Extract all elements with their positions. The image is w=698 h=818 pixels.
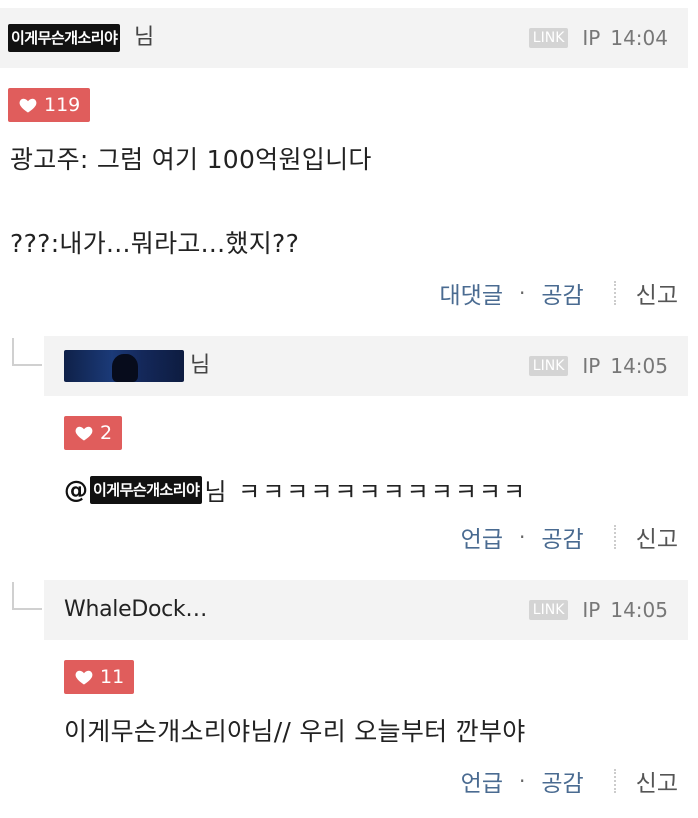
heart-icon [75,426,93,441]
comment-body-line: ???:내가...뭐라고...했지?? [10,229,300,258]
nickname-image[interactable]: 이게무슨개소리야 [8,24,121,52]
reply-body: 이게무슨개소리야님// 우리 오늘부터 깐부야 [64,717,526,746]
mention-nickname[interactable]: 이게무슨개소리야 [90,475,203,504]
reply-header: WhaleDock… LINK IP 14:05 [44,580,688,640]
mention-button[interactable]: 언급 [461,764,503,798]
action-separator: · [518,769,526,793]
comment-body-line: 광고주: 그럼 여기 100억원입니다 [10,145,372,174]
reply-indicator [12,582,42,610]
ip-label: IP [582,354,601,378]
nickname-text[interactable]: WhaleDock… [64,594,207,626]
reply-text: 님 ㅋㅋㅋㅋㅋㅋㅋㅋㅋㅋㅋㅋ [204,478,528,506]
action-divider [613,281,616,305]
empathize-button[interactable]: 공감 [541,764,583,798]
mention-symbol: @ [64,475,88,504]
comment-meta: LINK IP 14:05 [528,596,668,624]
like-count: 2 [100,422,113,444]
reply-indicator [12,338,42,366]
action-divider [613,525,616,549]
nickname-image[interactable] [64,350,184,382]
comment-actions: 언급 · 공감 신고 [461,520,678,554]
action-divider [613,769,616,793]
action-separator: · [518,281,526,305]
link-badge[interactable]: LINK [528,600,569,620]
timestamp: 14:05 [610,598,668,622]
comment-meta: LINK IP 14:05 [528,352,668,380]
like-count: 119 [44,94,81,116]
timestamp: 14:04 [610,26,668,50]
comment-header: 이게무슨개소리야 님 LINK IP 14:04 [0,8,688,68]
timestamp: 14:05 [610,354,668,378]
heart-icon [19,98,37,113]
link-badge[interactable]: LINK [528,356,569,376]
nickname-suffix: 님 [134,25,155,50]
report-button[interactable]: 신고 [636,520,678,554]
empathize-button[interactable]: 공감 [541,520,583,554]
report-button[interactable]: 신고 [636,276,678,310]
empathize-button[interactable]: 공감 [541,276,583,310]
nickname-suffix: 님 [190,353,211,378]
like-badge: 119 [8,88,91,122]
comment-meta: LINK IP 14:04 [528,24,668,52]
comment-actions: 언급 · 공감 신고 [461,764,678,798]
ip-label: IP [582,598,601,622]
reply-button[interactable]: 대댓글 [440,276,503,310]
link-badge[interactable]: LINK [528,28,569,48]
reply-body: @ 이게무슨개소리야 님 ㅋㅋㅋㅋㅋㅋㅋㅋㅋㅋㅋㅋ [64,472,527,507]
reply-header: 님 LINK IP 14:05 [44,336,688,396]
like-badge: 11 [64,660,135,694]
heart-icon [75,670,93,685]
ip-label: IP [582,26,601,50]
comment-actions: 대댓글 · 공감 신고 [440,276,678,310]
action-separator: · [518,525,526,549]
report-button[interactable]: 신고 [636,764,678,798]
mention-button[interactable]: 언급 [461,520,503,554]
like-count: 11 [100,666,125,688]
like-badge: 2 [64,416,123,450]
